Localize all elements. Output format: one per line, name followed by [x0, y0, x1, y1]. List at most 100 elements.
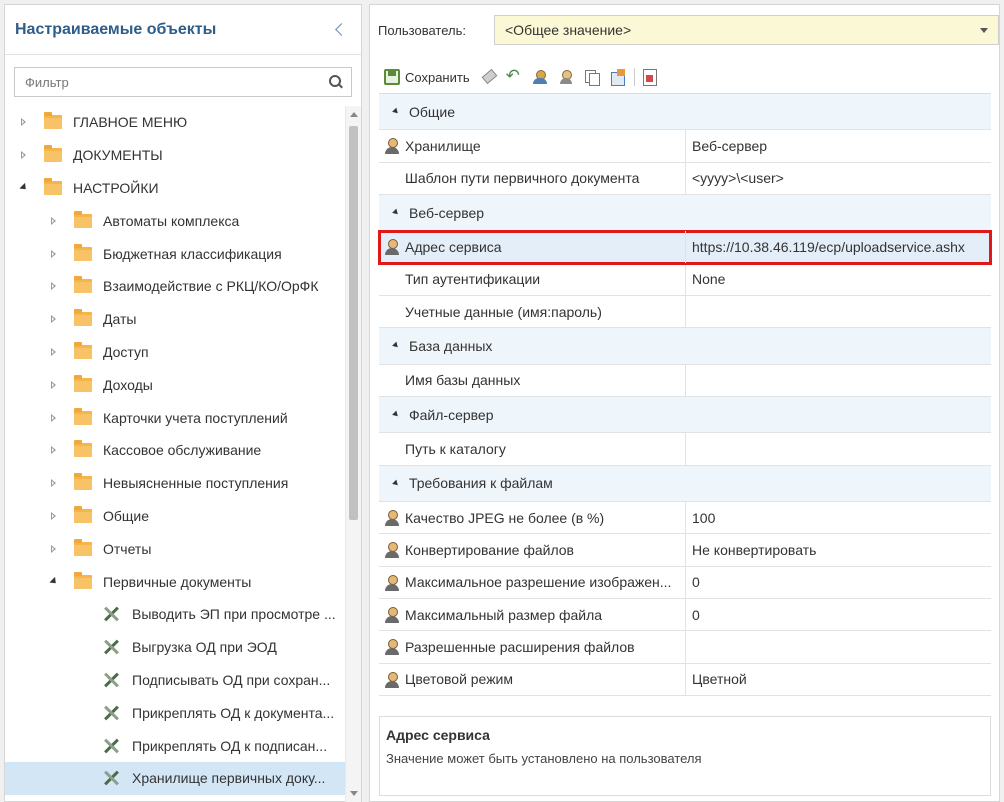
user-setting-icon	[385, 606, 399, 623]
user-button[interactable]	[558, 69, 574, 85]
tree-item[interactable]: Прикреплять ОД к подписан...	[5, 729, 347, 762]
property-value[interactable]: None	[686, 264, 991, 295]
property-row[interactable]: Максимальное разрешение изображен... 0	[379, 566, 991, 599]
tree-item[interactable]: Бюджетная классификация	[5, 237, 347, 270]
expand-arrow-icon[interactable]	[392, 208, 400, 217]
scroll-up-arrow-icon[interactable]	[350, 112, 358, 117]
search-icon[interactable]	[329, 75, 343, 89]
tree-item[interactable]: Подписывать ОД при сохран...	[5, 664, 347, 697]
property-value[interactable]: 0	[686, 599, 991, 630]
property-value[interactable]: Цветной	[686, 664, 991, 695]
clear-button[interactable]	[480, 69, 496, 85]
property-value[interactable]: Не конвертировать	[686, 534, 991, 565]
tree-item[interactable]: Карточки учета поступлений	[5, 401, 347, 434]
property-row[interactable]: Максимальный размер файла 0	[379, 598, 991, 632]
property-group[interactable]: Общие	[379, 94, 991, 131]
property-name-text: Конвертирование файлов	[405, 541, 574, 558]
expand-arrow-icon[interactable]	[49, 577, 59, 587]
settings-panel: Пользователь: <Общее значение> Сохранить…	[369, 4, 1000, 802]
tree-item[interactable]: Доходы	[5, 368, 347, 401]
export-button[interactable]	[610, 69, 626, 86]
tree-item[interactable]: Отчеты	[5, 532, 347, 565]
collapse-arrow-icon[interactable]	[49, 544, 59, 554]
collapse-arrow-icon[interactable]	[49, 216, 59, 226]
property-name: Путь к каталогу	[379, 433, 686, 465]
expand-arrow-icon[interactable]	[392, 107, 400, 116]
property-row[interactable]: Тип аутентификации None	[379, 263, 991, 296]
tree-item[interactable]: Доступ	[5, 336, 347, 369]
collapse-arrow-icon[interactable]	[49, 511, 59, 521]
property-row[interactable]: Адрес сервиса https://10.38.46.119/ecp/up…	[378, 230, 992, 265]
users-button[interactable]	[532, 69, 548, 85]
collapse-arrow-icon[interactable]	[49, 347, 59, 357]
tree-item[interactable]: Кассовое обслуживание	[5, 434, 347, 467]
collapse-arrow-icon[interactable]	[49, 380, 59, 390]
collapse-arrow-icon[interactable]	[49, 413, 59, 423]
property-row[interactable]: Имя базы данных	[379, 364, 991, 397]
collapse-arrow-icon[interactable]	[49, 249, 59, 259]
tree-item[interactable]: ГЛАВНОЕ МЕНЮ	[5, 106, 347, 139]
collapse-arrow-icon[interactable]	[49, 281, 59, 291]
collapse-arrow-icon[interactable]	[49, 445, 59, 455]
property-value[interactable]	[686, 631, 991, 662]
tree-scrollbar[interactable]	[345, 106, 361, 802]
property-value[interactable]	[686, 365, 991, 396]
tree-item[interactable]: Выгрузка ОД при ЭОД	[5, 631, 347, 664]
tree-item[interactable]: Автоматы комплекса	[5, 204, 347, 237]
tree-item[interactable]: Даты	[5, 303, 347, 336]
collapse-arrow-icon[interactable]	[49, 314, 59, 324]
property-value[interactable]: 0	[686, 567, 991, 598]
property-group-title: Общие	[409, 103, 456, 120]
property-value[interactable]: Веб-сервер	[686, 130, 991, 161]
property-name: Конвертирование файлов	[379, 534, 686, 566]
tree-item[interactable]: ДОКУМЕНТЫ	[5, 139, 347, 172]
tree-item[interactable]: Общие	[5, 500, 347, 533]
copy-button[interactable]	[584, 69, 600, 86]
tree-item[interactable]: Хранилище первичных доку...	[5, 761, 347, 795]
property-value[interactable]: <yyyy>\<user>	[686, 163, 991, 194]
folder-icon	[44, 177, 62, 195]
tree-item[interactable]: Прикреплять ОД к документа...	[5, 696, 347, 729]
property-row[interactable]: Шаблон пути первичного документа <yyyy>\<…	[379, 162, 991, 195]
tree-item[interactable]: Невыясненные поступления	[5, 467, 347, 500]
property-row[interactable]: Цветовой режим Цветной	[379, 663, 991, 696]
property-group[interactable]: Веб-сервер	[379, 194, 991, 232]
property-row[interactable]: Путь к каталогу	[379, 433, 991, 466]
scroll-thumb[interactable]	[349, 126, 358, 520]
expand-arrow-icon[interactable]	[392, 410, 400, 419]
property-group[interactable]: Файл-сервер	[379, 396, 991, 434]
property-value[interactable]: 100	[686, 502, 991, 533]
property-row[interactable]: Разрешенные расширения файлов	[379, 631, 991, 664]
property-row[interactable]: Учетные данные (имя:пароль)	[379, 295, 991, 329]
property-row[interactable]: Качество JPEG не более (в %) 100	[379, 502, 991, 535]
property-name-text: Цветовой режим	[405, 671, 514, 688]
property-row[interactable]: Конвертирование файлов Не конвертировать	[379, 534, 991, 567]
property-row[interactable]: Хранилище Веб-сервер	[379, 130, 991, 163]
report-button[interactable]	[641, 69, 657, 86]
undo-button[interactable]	[506, 66, 522, 86]
tree-item[interactable]: Взаимодействие с РКЦ/КО/ОрФК	[5, 270, 347, 303]
property-group[interactable]: Требования к файлам	[379, 465, 991, 503]
expand-arrow-icon[interactable]	[392, 479, 400, 488]
expand-arrow-icon[interactable]	[392, 342, 400, 350]
tree-item-label: Общие	[103, 507, 150, 524]
tree-item[interactable]: НАСТРОЙКИ	[5, 172, 347, 205]
collapse-arrow-icon[interactable]	[49, 478, 59, 488]
filter-input[interactable]	[23, 73, 329, 91]
property-value[interactable]	[686, 296, 991, 327]
property-group[interactable]: База данных	[379, 328, 991, 365]
tree-item-label: Первичные документы	[103, 573, 252, 590]
tree-item[interactable]: Выводить ЭП при просмотре ...	[5, 598, 347, 631]
folder-icon	[74, 276, 92, 294]
expand-arrow-icon[interactable]	[19, 183, 29, 193]
property-value[interactable]: https://10.38.46.119/ecp/uploadservice.a…	[686, 231, 991, 262]
save-button[interactable]: Сохранить	[384, 69, 470, 85]
collapse-panel-chevron-icon[interactable]	[329, 19, 351, 41]
tree-item[interactable]: Первичные документы	[5, 565, 347, 598]
property-name-text: Максимальный размер файла	[405, 606, 603, 623]
collapse-arrow-icon[interactable]	[19, 150, 29, 160]
user-select[interactable]: <Общее значение>	[494, 15, 999, 45]
scroll-down-arrow-icon[interactable]	[350, 791, 358, 796]
property-value[interactable]	[686, 433, 991, 464]
collapse-arrow-icon[interactable]	[19, 117, 29, 127]
